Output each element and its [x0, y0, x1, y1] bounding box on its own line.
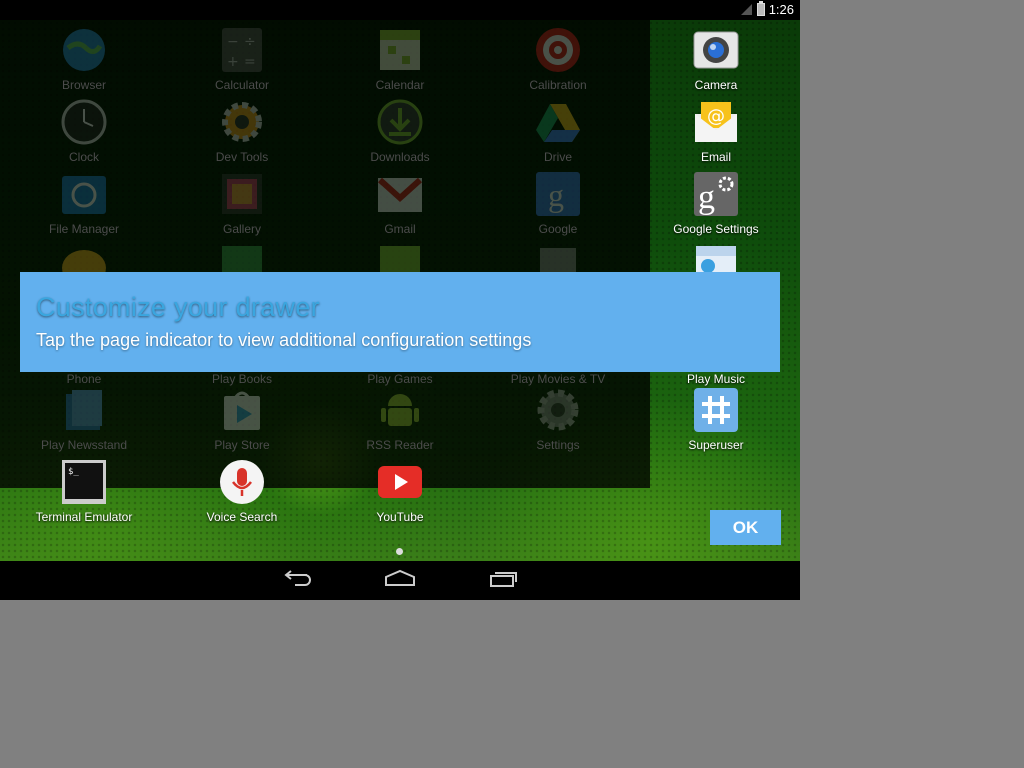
- app-label: File Manager: [48, 222, 120, 236]
- signal-icon: [741, 4, 752, 15]
- download-icon: [376, 98, 424, 146]
- app-browser[interactable]: Browser: [14, 26, 154, 92]
- status-clock: 1:26: [768, 2, 794, 17]
- android-icon: [376, 386, 424, 434]
- target-icon: [534, 26, 582, 74]
- app-label: Browser: [61, 78, 106, 92]
- recent-apps-icon: [489, 569, 519, 593]
- home-button[interactable]: [370, 565, 430, 597]
- app-clock[interactable]: Clock: [14, 98, 154, 164]
- customize-drawer-dialog: Customize your drawer Tap the page indic…: [20, 272, 780, 372]
- svg-text:g: g: [548, 177, 564, 213]
- gmail-icon: [376, 170, 424, 218]
- app-label: Clock: [68, 150, 99, 164]
- app-label: Gallery: [222, 222, 261, 236]
- app-label: Phone: [66, 372, 102, 386]
- gallery-icon: [218, 170, 266, 218]
- app-camera[interactable]: Camera: [646, 26, 786, 92]
- app-label: YouTube: [376, 510, 424, 524]
- app-label: Play Books: [211, 372, 273, 386]
- hash-icon: [692, 386, 740, 434]
- drive-icon: [534, 98, 582, 146]
- camera-icon: [692, 26, 740, 74]
- app-play-store[interactable]: Play Store: [172, 386, 312, 452]
- clock-icon: [60, 98, 108, 146]
- app-label: Google: [538, 222, 578, 236]
- android-screen: 1:26 Browser − ÷ + = Calculator Calendar Ca…: [0, 0, 800, 600]
- app-label: Calibration: [529, 78, 587, 92]
- app-label: Superuser: [688, 438, 744, 452]
- app-label: Terminal Emulator: [35, 510, 133, 524]
- app-label: Calculator: [214, 78, 270, 92]
- dialog-message: Tap the page indicator to view additiona…: [36, 330, 532, 350]
- app-calculator[interactable]: − ÷ + = Calculator: [172, 26, 312, 92]
- youtube-icon: [376, 458, 424, 506]
- microphone-icon: [218, 458, 266, 506]
- app-label: Play Newsstand: [40, 438, 128, 452]
- app-rss-reader[interactable]: RSS Reader: [330, 386, 470, 452]
- status-bar: 1:26: [0, 0, 800, 20]
- app-drive[interactable]: Drive: [488, 98, 628, 164]
- app-youtube[interactable]: YouTube: [330, 458, 470, 524]
- gear-icon: [218, 98, 266, 146]
- app-label: Play Music: [686, 372, 745, 386]
- app-superuser[interactable]: Superuser: [646, 386, 786, 452]
- svg-text:@: @: [707, 106, 725, 127]
- back-icon: [281, 569, 311, 593]
- app-gallery[interactable]: Gallery: [172, 170, 312, 236]
- app-label: Email: [700, 150, 731, 164]
- folder-icon: [60, 170, 108, 218]
- app-label: Gmail: [384, 222, 416, 236]
- dialog-title: Customize your drawer: [36, 292, 320, 322]
- app-label: Settings: [536, 438, 580, 452]
- svg-text:g: g: [698, 179, 715, 216]
- recent-apps-button[interactable]: [474, 565, 534, 597]
- svg-text:=: =: [244, 54, 256, 70]
- app-voice-search[interactable]: Voice Search: [172, 458, 312, 524]
- play-store-icon: [218, 386, 266, 434]
- app-terminal-emulator[interactable]: $_ Terminal Emulator: [14, 458, 154, 524]
- svg-text:−: −: [227, 34, 239, 50]
- app-google-settings[interactable]: g Google Settings: [646, 170, 786, 236]
- app-label: Play Movies & TV: [510, 372, 606, 386]
- ok-button[interactable]: OK: [710, 510, 781, 545]
- app-file-manager[interactable]: File Manager: [14, 170, 154, 236]
- app-email[interactable]: @ Email: [646, 98, 786, 164]
- app-label: Calendar: [375, 78, 425, 92]
- app-dev-tools[interactable]: Dev Tools: [172, 98, 312, 164]
- app-play-newsstand[interactable]: Play Newsstand: [14, 386, 154, 452]
- calculator-icon: − ÷ + =: [218, 26, 266, 74]
- navigation-bar: [0, 561, 800, 600]
- app-label: Google Settings: [673, 222, 759, 236]
- app-gmail[interactable]: Gmail: [330, 170, 470, 236]
- battery-icon: [757, 1, 765, 16]
- svg-text:÷: ÷: [244, 34, 256, 50]
- app-label: Play Store: [214, 438, 270, 452]
- app-label: Downloads: [370, 150, 430, 164]
- email-icon: @: [692, 98, 740, 146]
- app-label: Play Games: [367, 372, 433, 386]
- app-calendar[interactable]: Calendar: [330, 26, 470, 92]
- app-label: Camera: [694, 78, 738, 92]
- app-google[interactable]: g Google: [488, 170, 628, 236]
- google-icon: g: [534, 170, 582, 218]
- terminal-icon: $_: [60, 458, 108, 506]
- app-downloads[interactable]: Downloads: [330, 98, 470, 164]
- google-settings-icon: g: [692, 170, 740, 218]
- svg-text:$_: $_: [68, 467, 79, 477]
- home-icon: [384, 569, 416, 593]
- app-settings[interactable]: Settings: [488, 386, 628, 452]
- calendar-icon: [376, 26, 424, 74]
- svg-text:+: +: [227, 54, 239, 70]
- app-label: Dev Tools: [215, 150, 269, 164]
- newsstand-icon: [60, 386, 108, 434]
- settings-gear-icon: [534, 386, 582, 434]
- app-label: RSS Reader: [366, 438, 434, 452]
- back-button[interactable]: [266, 565, 326, 597]
- browser-icon: [60, 26, 108, 74]
- page-indicator[interactable]: [396, 548, 403, 555]
- app-label: Voice Search: [206, 510, 278, 524]
- app-calibration[interactable]: Calibration: [488, 26, 628, 92]
- app-label: Drive: [543, 150, 572, 164]
